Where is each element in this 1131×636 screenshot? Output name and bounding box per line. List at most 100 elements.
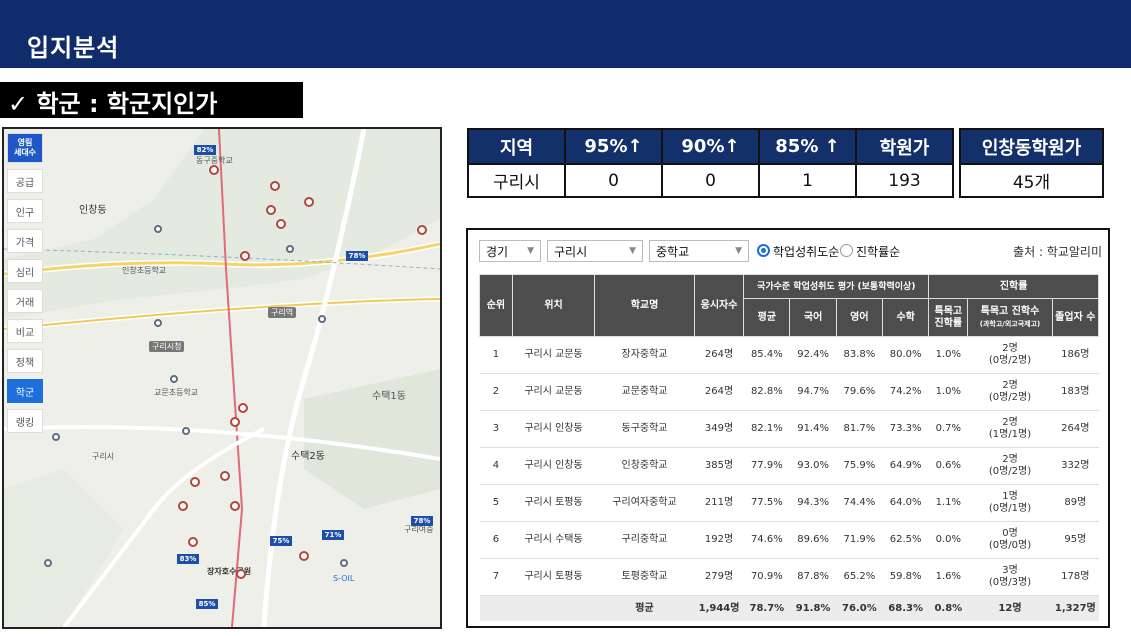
special-count-value: 2명 <box>1002 454 1018 465</box>
sort-achievement-radio[interactable] <box>757 244 770 257</box>
cell-rank: 7 <box>479 558 513 596</box>
school-level-select[interactable]: 중학교 ▼ <box>649 240 749 262</box>
city-select[interactable]: 구리시 ▼ <box>547 240 643 262</box>
total-special-count: 12명 <box>967 595 1053 621</box>
map-menu-price[interactable]: 가격 <box>7 229 43 253</box>
school-poi-icon[interactable] <box>170 375 178 383</box>
pct-flag[interactable]: 78% <box>411 516 433 526</box>
table-row[interactable]: 6 구리시 수택동 구리중학교 192명 74.6% 89.6% 71.9% 62.5% 0.0… <box>479 521 1099 559</box>
school-poi-icon[interactable] <box>182 427 190 435</box>
map-label-guri-cityhall: 구리시청 <box>149 341 185 352</box>
apartment-pin[interactable] <box>220 471 230 481</box>
apartment-pin[interactable] <box>230 417 240 427</box>
school-poi-icon[interactable] <box>154 319 162 327</box>
table-row[interactable]: 1 구리시 교문동 장자중학교 264명 85.4% 92.4% 83.8% 80.0% 1.0… <box>479 336 1099 374</box>
apartment-pin[interactable] <box>299 551 309 561</box>
map-menu-sentiment[interactable]: 심리 <box>7 259 43 283</box>
header-special-rate: 특목고 진학률 <box>928 298 969 337</box>
pct-flag[interactable]: 83% <box>177 554 199 564</box>
school-rows: 1 구리시 교문동 장자중학교 264명 85.4% 92.4% 83.8% 80.0% 1.0… <box>479 336 1099 621</box>
summary-header-region: 지역 <box>467 128 566 165</box>
special-count-detail: (0명/3명) <box>988 577 1032 588</box>
pct-flag[interactable]: 85% <box>196 599 218 609</box>
apartment-pin[interactable] <box>238 403 248 413</box>
cell-math: 74.2% <box>882 373 929 411</box>
cell-avg: 70.9% <box>743 558 790 596</box>
special-count-value: 2명 <box>1002 343 1018 354</box>
cell-math: 73.3% <box>882 410 929 448</box>
school-poi-icon[interactable] <box>340 559 348 567</box>
sort-admission-radio[interactable] <box>840 244 853 257</box>
special-count-detail: (0명/2명) <box>988 355 1032 366</box>
chevron-down-icon: ▼ <box>735 246 742 256</box>
table-row[interactable]: 3 구리시 인창동 동구중학교 349명 82.1% 91.4% 81.7% 73.3% 0.7… <box>479 410 1099 448</box>
map-menu-policy[interactable]: 정책 <box>7 349 43 373</box>
apartment-pin[interactable] <box>240 251 250 261</box>
apartment-pin[interactable] <box>236 569 246 579</box>
apartment-pin[interactable] <box>304 197 314 207</box>
table-row[interactable]: 5 구리시 토평동 구리여자중학교 211명 77.5% 94.3% 74.4% 64.0% 1… <box>479 484 1099 522</box>
page-title: 입지분석 <box>27 34 120 62</box>
cell-special-count: 1명 (0명/1명) <box>967 484 1053 522</box>
map-menu-school[interactable]: 학군 <box>7 379 43 403</box>
special-count-detail: (0명/2명) <box>988 392 1032 403</box>
header-students: 응시자수 <box>693 274 745 337</box>
apartment-pin[interactable] <box>230 501 240 511</box>
school-poi-icon[interactable] <box>52 433 60 441</box>
header-math: 수학 <box>881 298 930 337</box>
table-row[interactable]: 2 구리시 교문동 교문중학교 264명 82.8% 94.7% 79.6% 74.2% 1.0… <box>479 373 1099 411</box>
table-row[interactable]: 7 구리시 토평동 토평중학교 279명 70.9% 87.8% 65.2% 59.8% 1.6… <box>479 558 1099 596</box>
cell-students: 385명 <box>694 447 744 485</box>
special-count-value: 2명 <box>1002 380 1018 391</box>
school-poi-icon[interactable] <box>44 559 52 567</box>
summary-value-85: 1 <box>758 163 857 198</box>
cell-graduates: 332명 <box>1052 447 1099 485</box>
apartment-pin[interactable] <box>276 219 286 229</box>
header-special-count: 특목고 진학수 (과학고/외고국제고) <box>967 298 1053 337</box>
city-select-value: 구리시 <box>554 244 588 259</box>
school-poi-icon[interactable] <box>286 245 294 253</box>
map-menu-supply[interactable]: 공급 <box>7 169 43 193</box>
special-count-detail: (0명/2명) <box>988 466 1032 477</box>
cell-graduates: 95명 <box>1052 521 1099 559</box>
apartment-pin[interactable] <box>417 225 427 235</box>
cell-location: 구리시 인창동 <box>512 410 595 448</box>
map-menu-ranking[interactable]: 랭킹 <box>7 409 43 433</box>
pct-flag[interactable]: 71% <box>322 530 344 540</box>
province-select-value: 경기 <box>486 244 509 259</box>
apartment-pin[interactable] <box>209 165 219 175</box>
map-label-inchang-elementary: 인창초등학교 <box>122 266 167 275</box>
school-poi-icon[interactable] <box>154 225 162 233</box>
cell-math: 59.8% <box>882 558 929 596</box>
cell-students: 264명 <box>694 336 744 374</box>
table-row[interactable]: 4 구리시 인창동 인창중학교 385명 77.9% 93.0% 75.9% 64.9% 0.6… <box>479 447 1099 485</box>
cell-name: 교문중학교 <box>594 373 695 411</box>
school-district-map[interactable]: 인창동 구리시청 수택1동 수택2동 구리역 인창초등학교 교문초등학교 동구중… <box>2 127 442 629</box>
sort-achievement-label: 학업성취도순 <box>773 245 840 259</box>
map-label-sutaek2: 수택2동 <box>291 451 325 462</box>
apartment-pin[interactable] <box>266 205 276 215</box>
map-menu-population[interactable]: 인구 <box>7 199 43 223</box>
total-label: 평균 <box>594 595 695 621</box>
province-select[interactable]: 경기 ▼ <box>479 240 541 262</box>
map-menu-compare[interactable]: 비교 <box>7 319 43 343</box>
cell-english: 81.7% <box>836 410 883 448</box>
apartment-pin[interactable] <box>190 477 200 487</box>
cell-avg: 74.6% <box>743 521 790 559</box>
chevron-down-icon: ▼ <box>629 246 636 256</box>
apartment-pin[interactable] <box>270 181 280 191</box>
summary-value-95: 0 <box>564 163 663 198</box>
apartment-pin[interactable] <box>188 537 198 547</box>
pct-flag[interactable]: 82% <box>194 145 216 155</box>
apartment-pin[interactable] <box>178 501 188 511</box>
map-menu-transaction[interactable]: 거래 <box>7 289 43 313</box>
cell-avg: 82.8% <box>743 373 790 411</box>
cell-location: 구리시 수택동 <box>512 521 595 559</box>
map-menu-households[interactable]: 영림 세대수 <box>7 133 43 163</box>
pct-flag[interactable]: 75% <box>270 536 292 546</box>
cell-math: 64.9% <box>882 447 929 485</box>
cell-rank: 5 <box>479 484 513 522</box>
school-poi-icon[interactable] <box>318 315 326 323</box>
chevron-down-icon: ▼ <box>527 246 534 256</box>
pct-flag[interactable]: 78% <box>346 251 368 261</box>
